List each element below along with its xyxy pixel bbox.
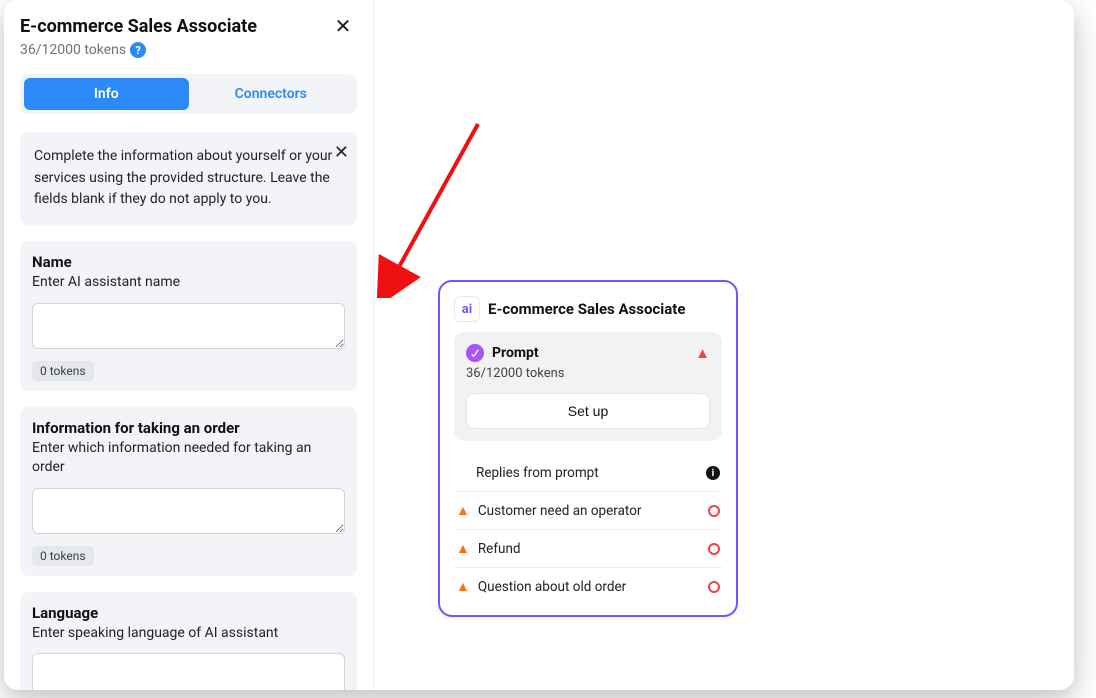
sidebar-title: E-commerce Sales Associate	[20, 16, 257, 37]
tab-info[interactable]: Info	[24, 78, 189, 110]
field-order-info: Information for taking an order Enter wh…	[20, 407, 357, 576]
language-input[interactable]	[32, 653, 345, 690]
row-replies-from-prompt[interactable]: Replies from prompt i	[454, 455, 722, 491]
close-panel-button[interactable]: ✕	[329, 12, 357, 40]
info-icon: i	[706, 466, 720, 480]
row-label: Customer need an operator	[478, 503, 642, 519]
connector-ring-icon[interactable]	[708, 581, 720, 593]
sidebar-tabs: Info Connectors	[20, 74, 357, 114]
connector-ring-icon[interactable]	[708, 543, 720, 555]
field-title: Information for taking an order	[32, 419, 345, 437]
connector-ring-icon[interactable]	[708, 505, 720, 517]
arrow-annotation	[376, 118, 486, 298]
token-chip: 0 tokens	[32, 361, 94, 381]
warning-icon: ▲	[456, 540, 470, 557]
prompt-icon	[466, 344, 484, 362]
field-title: Language	[32, 604, 345, 622]
token-count-text: 36/12000 tokens	[20, 42, 126, 58]
row-label: Question about old order	[478, 579, 626, 595]
card-title: E-commerce Sales Associate	[488, 300, 685, 318]
app-window: E-commerce Sales Associate ✕ 36/12000 to…	[4, 0, 1074, 690]
field-language: Language Enter speaking language of AI a…	[20, 592, 357, 690]
sidebar-header: E-commerce Sales Associate ✕ 36/12000 to…	[4, 0, 373, 62]
setup-button[interactable]: Set up	[466, 393, 710, 429]
tab-connectors[interactable]: Connectors	[189, 78, 354, 110]
row-question-old-order[interactable]: ▲ Question about old order	[454, 567, 722, 605]
prompt-label: Prompt	[492, 345, 539, 361]
token-count: 36/12000 tokens ?	[20, 42, 357, 58]
assistant-card[interactable]: ai E-commerce Sales Associate Prompt ▲ 3…	[438, 280, 738, 617]
card-header: ai E-commerce Sales Associate	[454, 296, 722, 322]
ai-icon: ai	[454, 296, 480, 322]
help-icon[interactable]: ?	[130, 42, 146, 58]
banner-close-button[interactable]: ✕	[334, 142, 349, 163]
canvas-area: ai E-commerce Sales Associate Prompt ▲ 3…	[374, 0, 1074, 690]
order-info-input[interactable]	[32, 488, 345, 534]
sidebar: E-commerce Sales Associate ✕ 36/12000 to…	[4, 0, 374, 690]
row-refund[interactable]: ▲ Refund	[454, 529, 722, 567]
prompt-box: Prompt ▲ 36/12000 tokens Set up	[454, 332, 722, 441]
field-name: Name Enter AI assistant name 0 tokens	[20, 241, 357, 391]
row-label: Replies from prompt	[476, 465, 599, 481]
warning-icon: ▲	[456, 578, 470, 595]
warning-icon: ▲	[456, 502, 470, 519]
close-icon: ✕	[334, 142, 349, 162]
field-subtitle: Enter speaking language of AI assistant	[32, 624, 345, 644]
field-title: Name	[32, 253, 345, 271]
info-banner-text: Complete the information about yourself …	[34, 148, 332, 207]
field-subtitle: Enter which information needed for takin…	[32, 439, 345, 478]
token-chip: 0 tokens	[32, 546, 94, 566]
row-label: Refund	[478, 541, 521, 557]
prompt-tokens: 36/12000 tokens	[466, 366, 710, 381]
close-icon: ✕	[335, 14, 352, 39]
warning-icon: ▲	[695, 344, 710, 362]
field-subtitle: Enter AI assistant name	[32, 273, 345, 293]
row-customer-need-operator[interactable]: ▲ Customer need an operator	[454, 491, 722, 529]
name-input[interactable]	[32, 303, 345, 349]
card-rows: Replies from prompt i ▲ Customer need an…	[454, 455, 722, 605]
info-banner: Complete the information about yourself …	[20, 132, 357, 225]
